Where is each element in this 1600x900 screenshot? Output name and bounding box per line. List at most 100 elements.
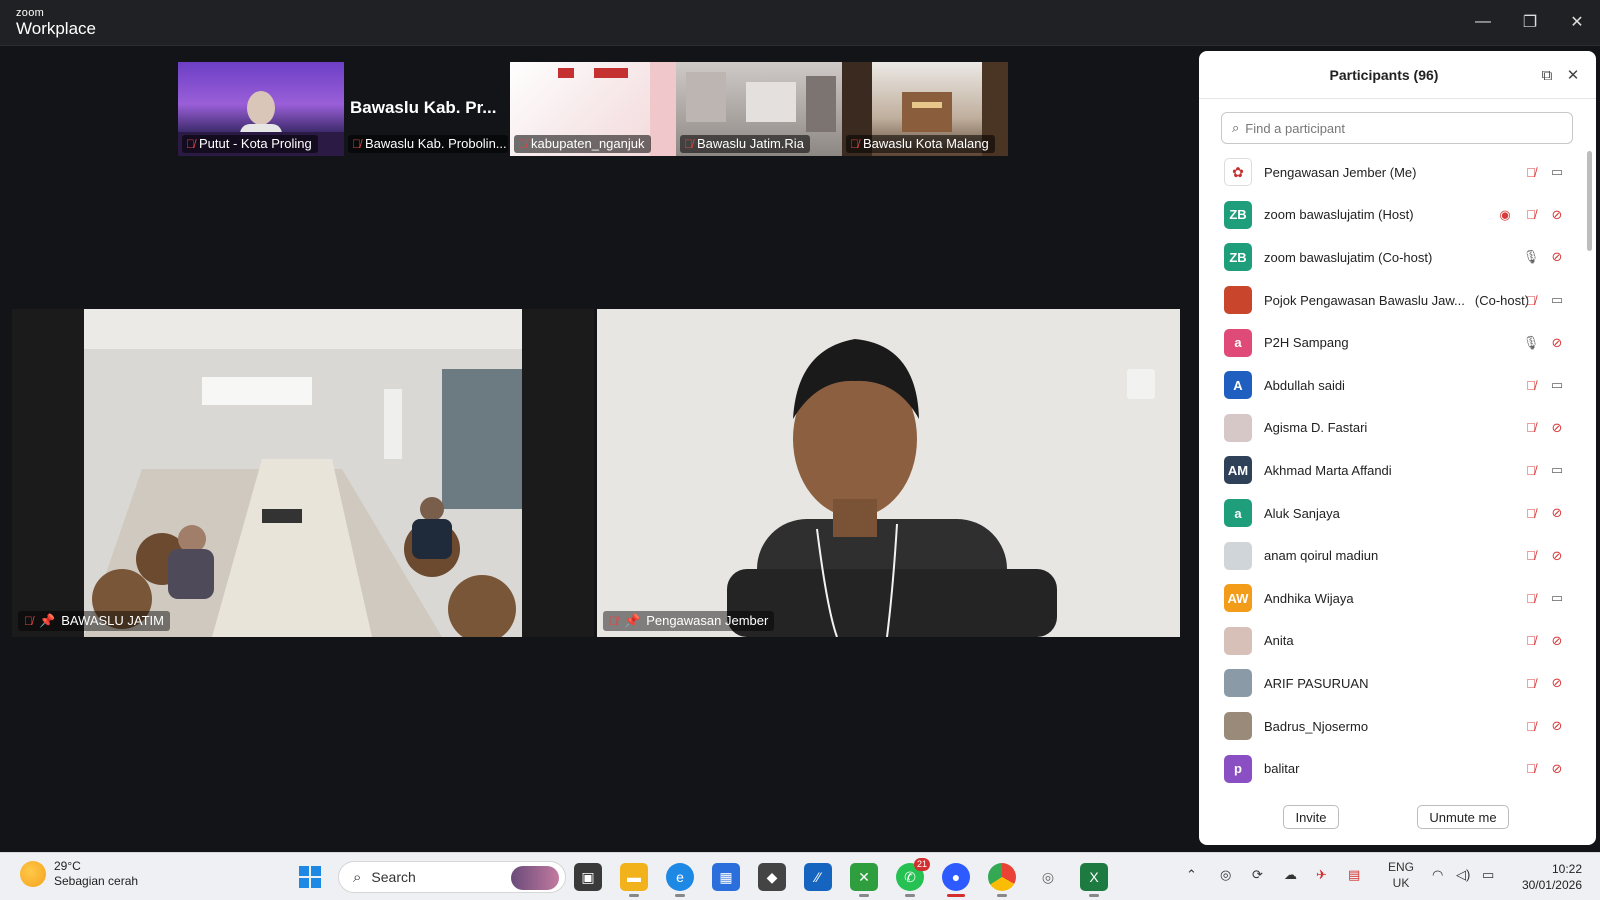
- video-on-icon[interactable]: ▭: [1548, 163, 1566, 181]
- participant-row[interactable]: anam qoirul madiun 🎙̸ ⊘: [1199, 534, 1596, 577]
- video-off-icon[interactable]: ⊘: [1548, 334, 1566, 352]
- whatsapp-icon[interactable]: ✆ 21: [896, 858, 930, 897]
- thumb-participant-5[interactable]: 🎙̸ Bawaslu Kota Malang: [842, 62, 1008, 156]
- video-tile-bawaslu-jatim[interactable]: 🎙̸ 📌 BAWASLU JATIM: [12, 309, 594, 637]
- microsoft-store-icon[interactable]: ▦: [712, 863, 740, 891]
- mic-off-icon[interactable]: 🎙̸: [1522, 461, 1540, 479]
- mic-off-icon[interactable]: 🎙̸: [1522, 419, 1540, 437]
- chrome-icon[interactable]: [988, 863, 1016, 897]
- input-language[interactable]: ENG UK: [1388, 859, 1414, 891]
- participants-footer: Invite Unmute me: [1199, 787, 1596, 845]
- mic-off-icon[interactable]: 🎙̸: [1522, 291, 1540, 309]
- mic-off-icon[interactable]: 🎙̸: [1522, 589, 1540, 607]
- app-blue-icon[interactable]: ⁄⁄: [804, 863, 832, 891]
- invite-button[interactable]: Invite: [1283, 805, 1339, 829]
- video-on-icon[interactable]: ▭: [1548, 461, 1566, 479]
- participant-row[interactable]: p balitar 🎙̸ ⊘: [1199, 747, 1596, 790]
- tray-chevron-up-icon[interactable]: ⌃: [1186, 867, 1197, 883]
- mic-off-icon[interactable]: 🎙̸: [1522, 760, 1540, 778]
- excel-icon[interactable]: X: [1080, 863, 1108, 897]
- participant-avatar: [1224, 413, 1252, 442]
- close-panel-icon[interactable]: ✕: [1563, 65, 1583, 85]
- minimize-button[interactable]: —: [1471, 10, 1495, 34]
- thumb-participant-4[interactable]: 🎙̸ Bawaslu Jatim.Ria: [676, 62, 842, 156]
- mic-off-icon[interactable]: 🎙̸: [1522, 674, 1540, 692]
- participant-row[interactable]: Agisma D. Fastari 🎙̸ ⊘: [1199, 407, 1596, 450]
- thumb-label-4: 🎙̸ Bawaslu Jatim.Ria: [680, 135, 810, 153]
- thumb-label-2: 🎙̸ Bawaslu Kab. Probolin...: [348, 135, 508, 153]
- participant-row[interactable]: ✿ Pengawasan Jember (Me) 🎙̸ ▭: [1199, 151, 1596, 194]
- mic-off-icon[interactable]: 🎙̸: [1522, 206, 1540, 224]
- file-explorer-icon[interactable]: ▬: [620, 863, 648, 897]
- tray-app-icon-1[interactable]: ◎: [1220, 867, 1231, 883]
- participant-row[interactable]: Anita 🎙̸ ⊘: [1199, 620, 1596, 663]
- video-off-icon[interactable]: ⊘: [1548, 760, 1566, 778]
- mic-on-icon[interactable]: 🎙: [1522, 248, 1540, 266]
- app-cube-icon[interactable]: ◆: [758, 863, 786, 891]
- video-off-icon[interactable]: ⊘: [1548, 206, 1566, 224]
- video-on-icon[interactable]: ▭: [1548, 376, 1566, 394]
- participant-row[interactable]: ARIF PASURUAN 🎙̸ ⊘: [1199, 662, 1596, 705]
- participant-list-scrollbar[interactable]: [1587, 151, 1592, 251]
- participant-row[interactable]: ZB zoom bawaslujatim (Host) ◉ 🎙̸ ⊘: [1199, 194, 1596, 237]
- mic-off-icon[interactable]: 🎙̸: [1522, 717, 1540, 735]
- thumb-participant-2[interactable]: Bawaslu Kab. Pr... 🎙̸ Bawaslu Kab. Probol…: [344, 62, 510, 156]
- pop-out-icon[interactable]: ⧉: [1537, 65, 1557, 85]
- wifi-icon[interactable]: ◠: [1432, 867, 1443, 883]
- mic-off-icon[interactable]: 🎙̸: [1522, 163, 1540, 181]
- close-window-button[interactable]: ✕: [1565, 10, 1589, 34]
- video-off-icon[interactable]: ⊘: [1548, 674, 1566, 692]
- battery-icon[interactable]: ▭: [1482, 867, 1494, 883]
- windows-start-icon[interactable]: [296, 863, 324, 891]
- mic-off-icon[interactable]: 🎙̸: [1522, 632, 1540, 650]
- taskbar-clock[interactable]: 10:22 30/01/2026: [1522, 861, 1582, 893]
- video-off-icon[interactable]: ⊘: [1548, 419, 1566, 437]
- participant-row[interactable]: AM Akhmad Marta Affandi 🎙̸ ▭: [1199, 449, 1596, 492]
- video-off-icon[interactable]: ⊘: [1548, 632, 1566, 650]
- thumb-participant-1[interactable]: 🎙̸ Putut - Kota Proling: [178, 62, 344, 156]
- thumb-participant-3[interactable]: 🎙̸ kabupaten_nganjuk: [510, 62, 676, 156]
- mic-off-icon: 🎙̸: [609, 614, 618, 628]
- mic-off-icon[interactable]: 🎙̸: [1522, 504, 1540, 522]
- video-off-icon[interactable]: ⊘: [1548, 504, 1566, 522]
- zoom-window: zoom Workplace — ❐ ✕ 🎙̸ Putut - Kota Prol…: [0, 0, 1600, 900]
- zoom-app-icon[interactable]: ●: [942, 863, 970, 897]
- unmute-me-button[interactable]: Unmute me: [1417, 805, 1509, 829]
- mic-on-icon[interactable]: 🎙: [1522, 334, 1540, 352]
- video-on-icon[interactable]: ▭: [1548, 291, 1566, 309]
- video-off-icon[interactable]: ⊘: [1548, 547, 1566, 565]
- thumb-label-5: 🎙̸ Bawaslu Kota Malang: [846, 135, 995, 153]
- mic-off-icon[interactable]: 🎙̸: [1522, 547, 1540, 565]
- tray-cloud-icon[interactable]: ☁: [1284, 867, 1297, 883]
- participant-row[interactable]: a Aluk Sanjaya 🎙̸ ⊘: [1199, 492, 1596, 535]
- search-highlight-icon: [511, 866, 559, 890]
- video-on-icon[interactable]: ▭: [1548, 589, 1566, 607]
- tray-sync-icon[interactable]: ⟳: [1252, 867, 1263, 883]
- participant-row[interactable]: Pojok Pengawasan Bawaslu Jaw... (Co-host)…: [1199, 279, 1596, 322]
- participant-search[interactable]: ⌕: [1221, 112, 1573, 144]
- participant-row[interactable]: a P2H Sampang 🎙 ⊘: [1199, 321, 1596, 364]
- participant-name: Anita: [1264, 633, 1294, 649]
- participant-search-input[interactable]: [1245, 120, 1546, 136]
- task-view-icon[interactable]: ▣: [574, 863, 602, 891]
- taskbar-search[interactable]: ⌕ Search: [338, 861, 566, 893]
- participant-name: P2H Sampang: [1264, 335, 1349, 351]
- video-off-icon[interactable]: ⊘: [1548, 248, 1566, 266]
- mic-off-icon[interactable]: 🎙̸: [1522, 376, 1540, 394]
- tray-app-icon-2[interactable]: ✈: [1316, 867, 1327, 883]
- tray-app-icon-3[interactable]: ▤: [1348, 867, 1360, 883]
- copilot-icon[interactable]: ◎: [1034, 863, 1062, 891]
- participant-row[interactable]: AW Andhika Wijaya 🎙̸ ▭: [1199, 577, 1596, 620]
- xbox-icon[interactable]: ✕: [850, 863, 878, 897]
- weather-widget[interactable]: 29°C Sebagian cerah: [20, 859, 138, 889]
- volume-icon[interactable]: ◁): [1456, 867, 1470, 883]
- participant-row[interactable]: Badrus_Njosermo 🎙̸ ⊘: [1199, 705, 1596, 748]
- participant-avatar: ZB: [1224, 243, 1252, 272]
- restore-button[interactable]: ❐: [1518, 10, 1542, 34]
- title-bar: zoom Workplace — ❐ ✕: [0, 0, 1600, 46]
- participant-row[interactable]: A Abdullah saidi 🎙̸ ▭: [1199, 364, 1596, 407]
- video-tile-pengawasan-jember[interactable]: 🎙̸ 📌 Pengawasan Jember: [597, 309, 1180, 637]
- edge-browser-icon[interactable]: e: [666, 863, 694, 897]
- video-off-icon[interactable]: ⊘: [1548, 717, 1566, 735]
- participant-row[interactable]: ZB zoom bawaslujatim (Co-host) 🎙 ⊘: [1199, 236, 1596, 279]
